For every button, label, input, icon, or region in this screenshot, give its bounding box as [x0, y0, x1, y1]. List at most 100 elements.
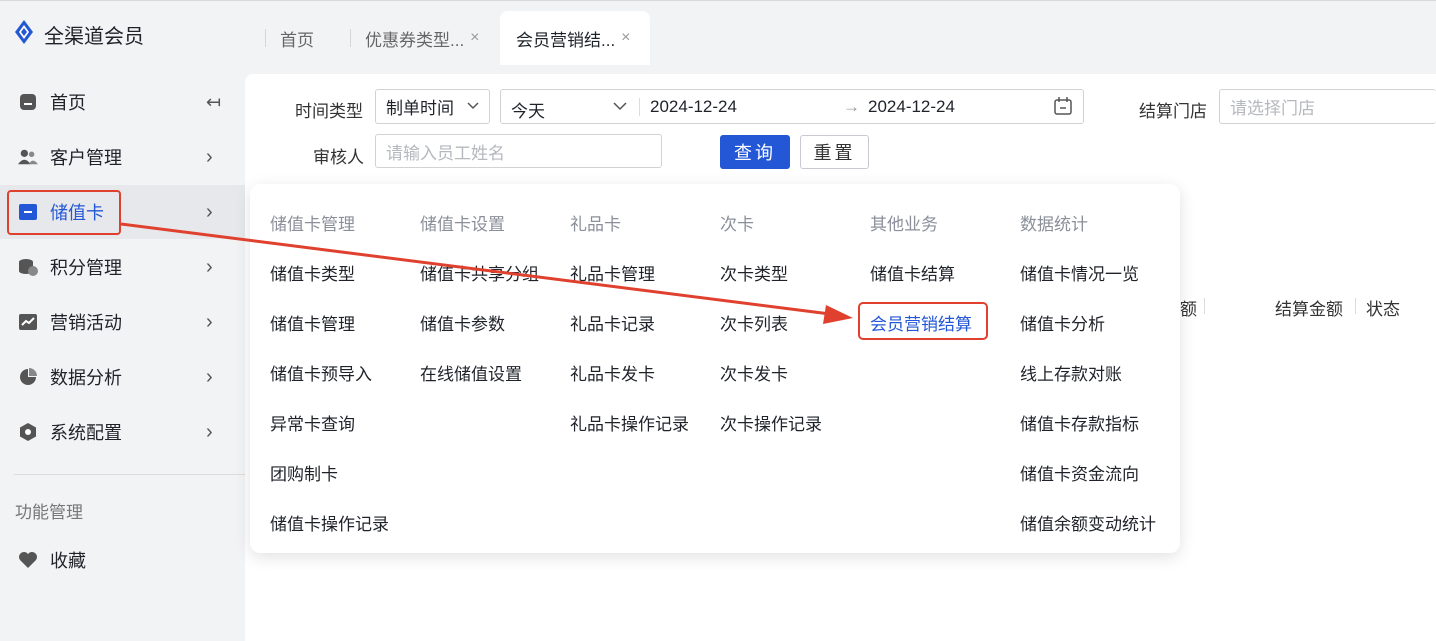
- coins-icon: [18, 257, 38, 277]
- tab-divider: [265, 29, 266, 47]
- query-button[interactable]: 查询: [720, 135, 790, 169]
- sidebar-item-marketing[interactable]: 营销活动 ›: [0, 295, 245, 349]
- menu-column-title: 其他业务: [870, 215, 938, 234]
- collapse-sidebar-icon[interactable]: ↤: [206, 92, 221, 113]
- menu-item[interactable]: 储值卡管理: [270, 310, 355, 335]
- reviewer-placeholder: 请输入员工姓名: [386, 143, 505, 163]
- heart-icon: [18, 550, 38, 570]
- menu-item[interactable]: 次卡发卡: [720, 360, 788, 385]
- date-end[interactable]: 2024-12-24: [868, 97, 955, 117]
- menu-item[interactable]: 礼品卡记录: [570, 310, 655, 335]
- store-label: 结算门店: [1139, 102, 1207, 121]
- menu-column-title: 礼品卡: [570, 215, 621, 234]
- menu-item[interactable]: 次卡操作记录: [720, 410, 822, 435]
- sidebar-item-home[interactable]: 首页 ↤: [0, 75, 245, 129]
- tab-label: 优惠券类型...: [365, 30, 465, 50]
- menu-item[interactable]: 次卡类型: [720, 260, 788, 285]
- menu-item[interactable]: 储值卡类型: [270, 260, 355, 285]
- menu-item[interactable]: 线上存款对账: [1020, 360, 1122, 385]
- menu-item[interactable]: 礼品卡操作记录: [570, 410, 689, 435]
- table-header-divider: [1204, 298, 1205, 314]
- menu-column-title: 次卡: [720, 215, 754, 234]
- arrow-right-icon: →: [843, 97, 860, 116]
- time-type-label: 时间类型: [295, 102, 363, 121]
- chevron-right-icon: ›: [206, 420, 213, 443]
- sidebar-item-favorites[interactable]: 收藏: [0, 533, 245, 587]
- users-icon: [18, 147, 38, 167]
- time-type-select[interactable]: 制单时间: [375, 89, 490, 124]
- calendar-icon[interactable]: [1054, 96, 1072, 121]
- menu-item[interactable]: 在线储值设置: [420, 360, 522, 385]
- menu-item[interactable]: 储值卡分析: [1020, 310, 1105, 335]
- sidebar-section-title: 功能管理: [15, 503, 83, 522]
- app-title: 全渠道会员: [44, 26, 144, 48]
- menu-item-annotation-box: [858, 302, 988, 340]
- sidebar-item-analytics[interactable]: 数据分析 ›: [0, 350, 245, 404]
- sidebar-item-label: 数据分析: [50, 368, 122, 388]
- logo-icon: [14, 19, 34, 50]
- menu-item[interactable]: 储值余额变动统计: [1020, 510, 1156, 535]
- menu-item[interactable]: 礼品卡发卡: [570, 360, 655, 385]
- settings-icon: [18, 422, 38, 442]
- chevron-right-icon: ›: [206, 365, 213, 388]
- app-logo[interactable]: 全渠道会员: [14, 19, 144, 50]
- menu-item[interactable]: 储值卡参数: [420, 310, 505, 335]
- tab-coupon-types[interactable]: 优惠券类型... ×: [350, 11, 480, 65]
- home-icon: [18, 92, 38, 112]
- table-header-cell: 状态: [1366, 300, 1400, 319]
- close-icon[interactable]: ×: [621, 29, 630, 47]
- tab-label: 会员营销结...: [516, 30, 616, 50]
- table-header-cell: 额: [1180, 300, 1197, 319]
- sidebar-divider: [14, 474, 245, 475]
- chevron-right-icon: ›: [206, 255, 213, 278]
- store-select[interactable]: 请选择门店: [1219, 89, 1436, 124]
- table-header-cell: 结算金额: [1275, 300, 1343, 319]
- time-type-value: 制单时间: [386, 99, 454, 118]
- close-icon[interactable]: ×: [470, 29, 479, 47]
- stored-value-card-menu: 储值卡管理 储值卡类型 储值卡管理 储值卡预导入 异常卡查询 团购制卡 储值卡操…: [250, 184, 1180, 553]
- sidebar-item-label: 收藏: [50, 551, 86, 571]
- sidebar-item-points[interactable]: 积分管理 ›: [0, 240, 245, 294]
- sidebar-item-system-config[interactable]: 系统配置 ›: [0, 405, 245, 459]
- sidebar-item-customers[interactable]: 客户管理 ›: [0, 130, 245, 184]
- menu-item[interactable]: 礼品卡管理: [570, 260, 655, 285]
- tab-home[interactable]: 首页: [265, 11, 314, 65]
- date-start[interactable]: 2024-12-24: [650, 97, 737, 117]
- tab-divider: [350, 29, 351, 47]
- top-bar: 全渠道会员 首页 优惠券类型... × 会员营销结... ×: [0, 0, 1436, 65]
- date-preset-value[interactable]: 今天: [511, 97, 545, 122]
- sidebar-item-label: 首页: [50, 93, 86, 113]
- sidebar-item-label: 客户管理: [50, 148, 122, 168]
- sidebar-item-label: 系统配置: [50, 423, 122, 443]
- reviewer-input[interactable]: 请输入员工姓名: [375, 134, 662, 168]
- menu-column-title: 储值卡管理: [270, 215, 355, 234]
- chevron-right-icon: ›: [206, 310, 213, 333]
- menu-item[interactable]: 储值卡预导入: [270, 360, 372, 385]
- tab-member-marketing-settlement[interactable]: 会员营销结... ×: [500, 11, 650, 65]
- menu-column-title: 储值卡设置: [420, 215, 505, 234]
- sidebar: 首页 ↤ 客户管理 › 储值卡 › 积分管理 › 营销活动 › 数据分析 › 系…: [0, 64, 245, 641]
- reset-button[interactable]: 重置: [800, 135, 869, 169]
- chevron-right-icon: ›: [206, 200, 213, 223]
- sidebar-item-label: 营销活动: [50, 313, 122, 333]
- menu-item[interactable]: 储值卡操作记录: [270, 510, 389, 535]
- menu-item[interactable]: 储值卡情况一览: [1020, 260, 1139, 285]
- menu-item[interactable]: 储值卡资金流向: [1020, 460, 1139, 485]
- menu-column-title: 数据统计: [1020, 215, 1088, 234]
- sidebar-annotation-box: [7, 190, 121, 235]
- menu-item[interactable]: 团购制卡: [270, 460, 338, 485]
- reviewer-label: 审核人: [313, 148, 364, 167]
- menu-item[interactable]: 储值卡存款指标: [1020, 410, 1139, 435]
- sidebar-item-label: 积分管理: [50, 258, 122, 278]
- chevron-down-icon[interactable]: [613, 96, 627, 121]
- pie-icon: [18, 367, 38, 387]
- menu-item[interactable]: 次卡列表: [720, 310, 788, 335]
- table-header-divider: [1355, 298, 1356, 314]
- menu-item[interactable]: 储值卡结算: [870, 260, 955, 285]
- date-range-picker[interactable]: 今天 2024-12-24 → 2024-12-24: [500, 89, 1084, 124]
- chevron-right-icon: ›: [206, 145, 213, 168]
- chevron-down-icon: [467, 96, 479, 121]
- menu-item[interactable]: 储值卡共享分组: [420, 260, 539, 285]
- menu-item[interactable]: 异常卡查询: [270, 410, 355, 435]
- date-divider: [639, 98, 640, 116]
